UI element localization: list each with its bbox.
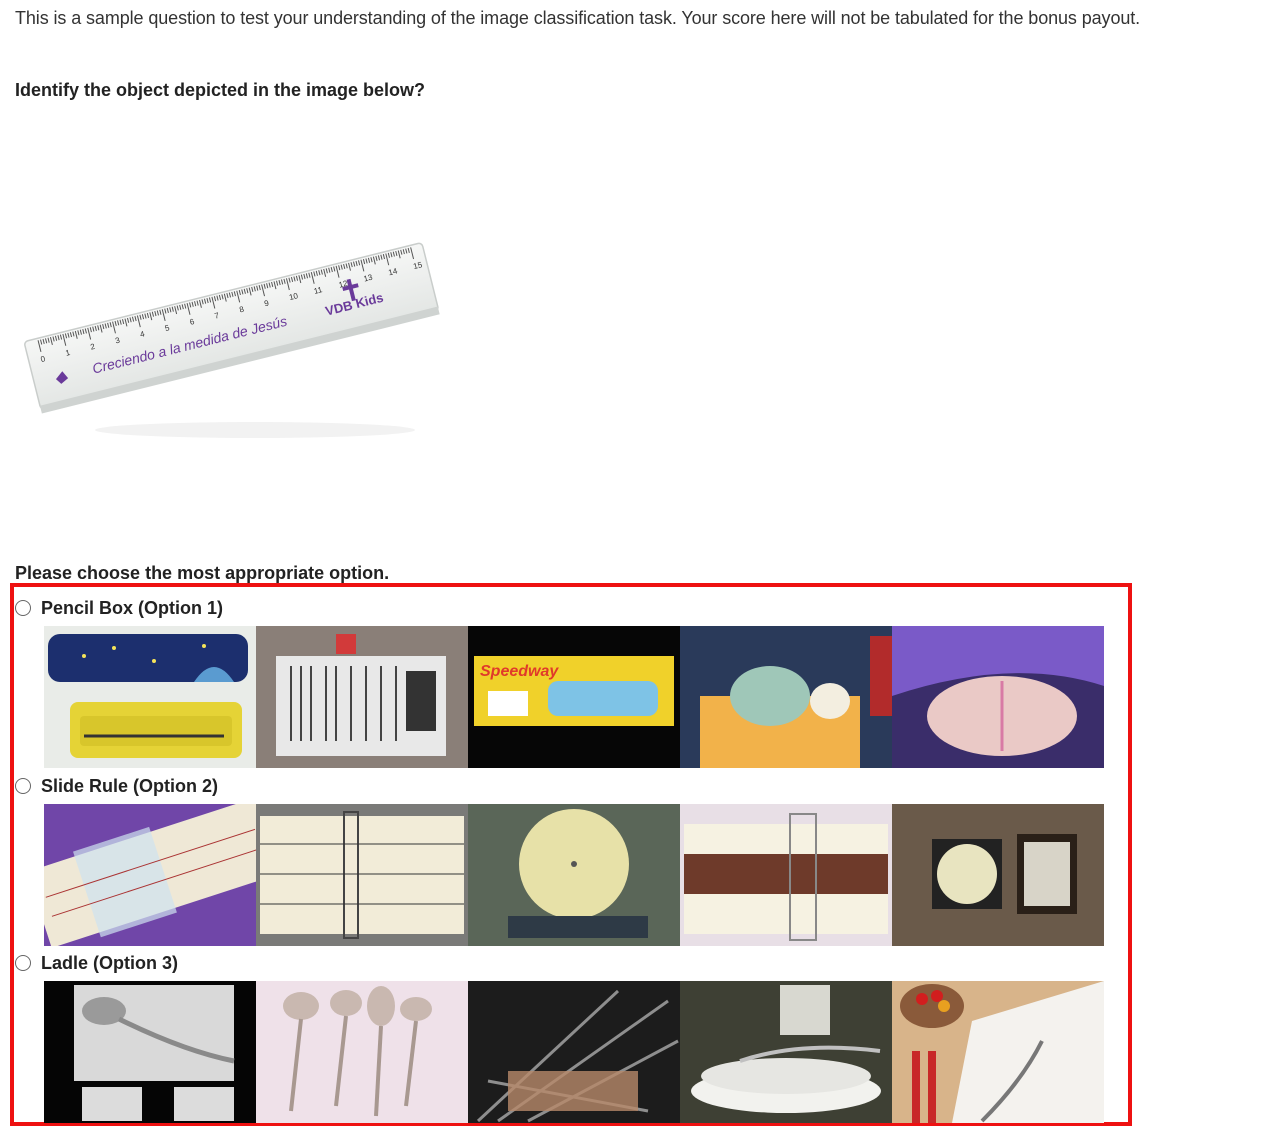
intro-text: This is a sample question to test your u… — [15, 8, 1141, 28]
query-image: 0 1 2 3 4 5 6 7 8 9 10 11 12 13 14 15 Creciendo a la me… — [15, 130, 445, 460]
radio-option-1[interactable] — [15, 600, 31, 616]
thumb-text: Speedway — [480, 663, 559, 680]
radio-option-2[interactable] — [15, 778, 31, 794]
option-ladle[interactable]: Ladle (Option 3) — [15, 951, 1104, 1123]
example-image — [44, 626, 256, 768]
example-image — [892, 981, 1104, 1123]
radio-option-3[interactable] — [15, 955, 31, 971]
option-label: Pencil Box (Option 1) — [41, 597, 224, 618]
option-pencil-box[interactable]: Pencil Box (Option 1) Speedway — [15, 596, 1104, 768]
option-label: Slide Rule (Option 2) — [41, 775, 219, 796]
example-thumbnails: Speedway — [44, 626, 1104, 768]
example-thumbnails — [44, 804, 1104, 946]
choose-prompt: Please choose the most appropriate optio… — [15, 563, 390, 583]
example-image: Speedway — [468, 626, 680, 768]
example-thumbnails — [44, 981, 1104, 1123]
question-text: Identify the object depicted in the imag… — [15, 80, 426, 100]
option-label: Ladle (Option 3) — [41, 952, 178, 973]
example-image — [892, 804, 1104, 946]
option-slide-rule[interactable]: Slide Rule (Option 2) — [15, 774, 1104, 946]
example-image — [256, 626, 468, 768]
example-image — [256, 981, 468, 1123]
example-image — [680, 804, 892, 946]
example-image — [44, 981, 256, 1123]
example-image — [44, 804, 256, 946]
example-image — [680, 981, 892, 1123]
example-image — [892, 626, 1104, 768]
example-image — [468, 981, 680, 1123]
example-image — [256, 804, 468, 946]
example-image — [468, 804, 680, 946]
example-image — [680, 626, 892, 768]
